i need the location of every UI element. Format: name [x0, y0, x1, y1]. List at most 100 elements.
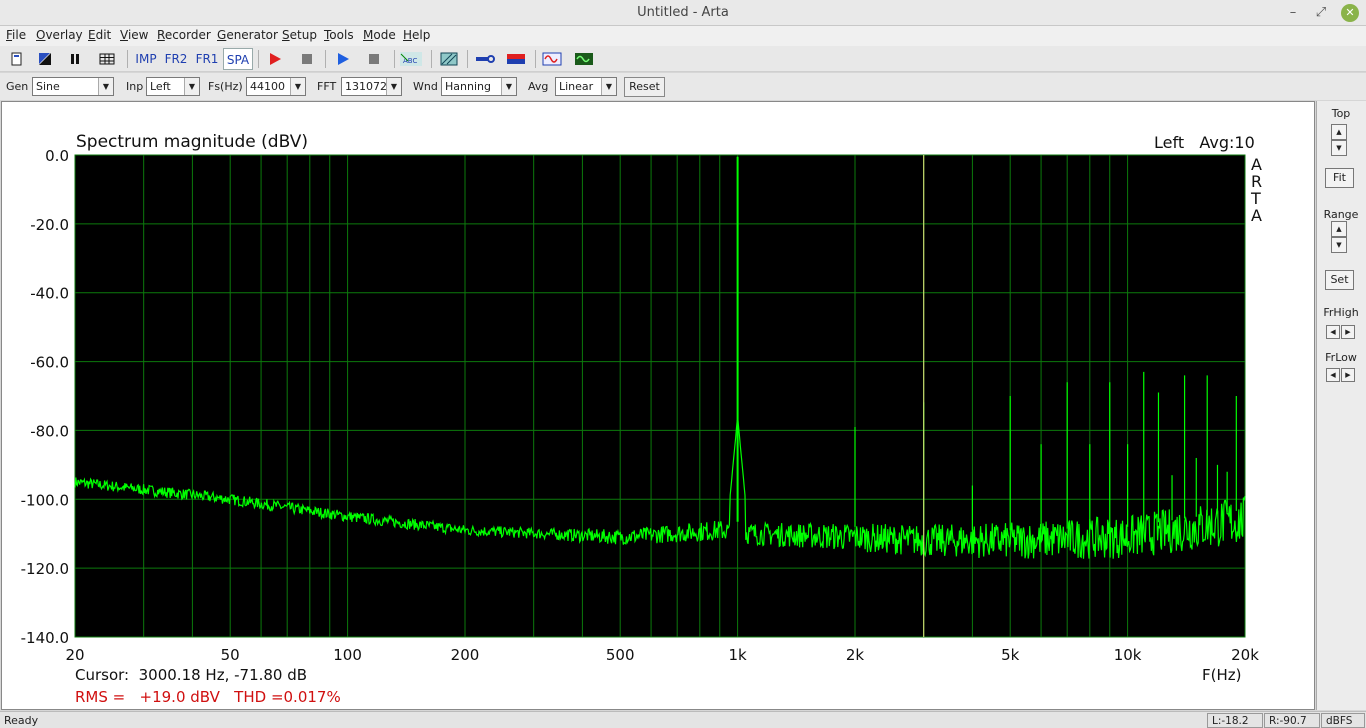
y-tick-label: -120.0	[21, 560, 69, 578]
stop-icon[interactable]	[361, 48, 387, 70]
fft-size-select[interactable]: 131072 ▼	[341, 77, 402, 96]
restore-icon[interactable]: ⤢	[1312, 4, 1330, 22]
chart-title: Spectrum magnitude (dBV)	[76, 132, 308, 152]
x-tick-label: 200	[451, 646, 480, 664]
x-tick-label: 10k	[1114, 646, 1142, 664]
window-select[interactable]: Hanning ▼	[441, 77, 517, 96]
input-channel-value: Left	[150, 80, 171, 93]
y-tick-label: -100.0	[21, 491, 69, 509]
sine-icon[interactable]	[539, 48, 565, 70]
rms-thd-readout: RMS = +19.0 dBV THD =0.017%	[75, 688, 341, 706]
grid-icon[interactable]	[94, 48, 120, 70]
pause-icon[interactable]	[62, 48, 88, 70]
reset-button[interactable]: Reset	[624, 77, 665, 97]
x-tick-label: 500	[606, 646, 635, 664]
menu-help[interactable]: Help	[403, 28, 430, 42]
x-tick-label: 20	[65, 646, 84, 664]
fr1-mode-button[interactable]: FR1	[192, 48, 222, 70]
title-bar: Untitled - Arta – ⤢ ✕	[0, 0, 1366, 26]
status-text: Ready	[4, 714, 39, 727]
chevron-down-icon: ▼	[98, 78, 113, 95]
range-up-button[interactable]: ▲	[1331, 221, 1347, 237]
averaging-value: Linear	[559, 80, 594, 93]
oscilloscope-icon[interactable]	[571, 48, 597, 70]
generator-value: Sine	[36, 80, 60, 93]
menu-file[interactable]: File	[6, 28, 26, 42]
set-button[interactable]: Set	[1325, 270, 1354, 290]
fit-button[interactable]: Fit	[1325, 168, 1354, 188]
menu-mode[interactable]: Mode	[363, 28, 396, 42]
generator-select[interactable]: Sine ▼	[32, 77, 114, 96]
spectrum-chart: Spectrum magnitude (dBV) Left Avg:10 ART…	[2, 102, 1314, 709]
menu-edit[interactable]: Edit	[88, 28, 111, 42]
frlow-right-button[interactable]: ▶	[1341, 368, 1355, 382]
frhigh-left-button[interactable]: ◀	[1326, 325, 1340, 339]
menu-tools[interactable]: Tools	[324, 28, 354, 42]
imp-mode-button[interactable]: IMP	[131, 48, 161, 70]
y-tick-label: 0.0	[45, 147, 69, 165]
stop-icon[interactable]	[294, 48, 320, 70]
top-down-button[interactable]: ▼	[1331, 140, 1347, 156]
fft-size-value: 131072	[345, 80, 387, 93]
top-label: Top	[1331, 107, 1351, 120]
menu-generator[interactable]: Generator	[217, 28, 278, 42]
frhigh-right-button[interactable]: ▶	[1341, 325, 1355, 339]
cursor-readout: Cursor: 3000.18 Hz, -71.80 dB	[75, 666, 307, 684]
window-value: Hanning	[445, 80, 491, 93]
control-bar: Gen Sine ▼ Inp Left ▼ Fs(Hz) 44100 ▼ FFT…	[0, 73, 1366, 100]
hatch-icon[interactable]	[436, 48, 462, 70]
new-file-icon[interactable]	[4, 48, 30, 70]
input-channel-select[interactable]: Left ▼	[146, 77, 200, 96]
frlow-left-button[interactable]: ◀	[1326, 368, 1340, 382]
watermark-letter: A	[1251, 206, 1262, 225]
window-title: Untitled - Arta	[637, 5, 729, 20]
x-axis-unit: F(Hz)	[1202, 666, 1242, 684]
open-icon[interactable]	[32, 48, 58, 70]
y-tick-label: -80.0	[30, 422, 69, 440]
key-icon[interactable]	[472, 48, 498, 70]
menu-recorder[interactable]: Recorder	[157, 28, 211, 42]
top-up-button[interactable]: ▲	[1331, 124, 1347, 140]
right-level: R:-90.7	[1264, 713, 1320, 728]
range-down-button[interactable]: ▼	[1331, 237, 1347, 253]
menu-setup[interactable]: Setup	[282, 28, 317, 42]
y-tick-label: -20.0	[30, 216, 69, 234]
menu-bar: File Overlay Edit View Recorder Generator Setu…	[0, 26, 1366, 46]
menu-overlay[interactable]: Overlay	[36, 28, 83, 42]
side-panel: Top Range FrHigh FrLow	[1316, 101, 1366, 710]
toolbar: IMP FR2 FR1 SPA ABC	[0, 46, 1366, 72]
chevron-down-icon: ▼	[386, 78, 401, 95]
x-tick-label: 100	[333, 646, 362, 664]
averaging-select[interactable]: Linear ▼	[555, 77, 617, 96]
record-icon[interactable]	[262, 48, 288, 70]
menu-view[interactable]: View	[120, 28, 148, 42]
frhigh-label: FrHigh	[1323, 306, 1359, 319]
x-tick-label: 50	[221, 646, 240, 664]
fft-label: FFT	[317, 80, 337, 93]
y-tick-label: -40.0	[30, 285, 69, 303]
minimize-icon[interactable]: –	[1284, 4, 1302, 22]
meter-icon[interactable]	[503, 48, 529, 70]
fs-label: Fs(Hz)	[208, 80, 243, 93]
gen-label: Gen	[6, 80, 29, 93]
spa-mode-button[interactable]: SPA	[223, 48, 253, 70]
x-tick-label: 5k	[1001, 646, 1020, 664]
fr2-mode-button[interactable]: FR2	[161, 48, 191, 70]
arta-watermark: ARTA	[1250, 155, 1262, 225]
inp-label: Inp	[126, 80, 144, 93]
level-unit: dBFS	[1321, 713, 1365, 728]
sample-rate-select[interactable]: 44100 ▼	[246, 77, 306, 96]
abc-icon[interactable]: ABC	[398, 48, 424, 70]
y-tick-label: -140.0	[21, 629, 69, 647]
spectrum-plot-area[interactable]: Spectrum magnitude (dBV) Left Avg:10 ART…	[1, 101, 1315, 710]
frlow-label: FrLow	[1325, 351, 1357, 364]
play-icon[interactable]	[330, 48, 356, 70]
close-icon[interactable]: ✕	[1341, 4, 1359, 22]
chevron-down-icon: ▼	[501, 78, 516, 95]
plot-canvas	[75, 155, 1245, 637]
y-tick-label: -60.0	[30, 354, 69, 372]
sample-rate-value: 44100	[250, 80, 285, 93]
x-tick-label: 1k	[728, 646, 747, 664]
avg-label: Avg	[528, 80, 549, 93]
x-tick-label: 2k	[846, 646, 865, 664]
